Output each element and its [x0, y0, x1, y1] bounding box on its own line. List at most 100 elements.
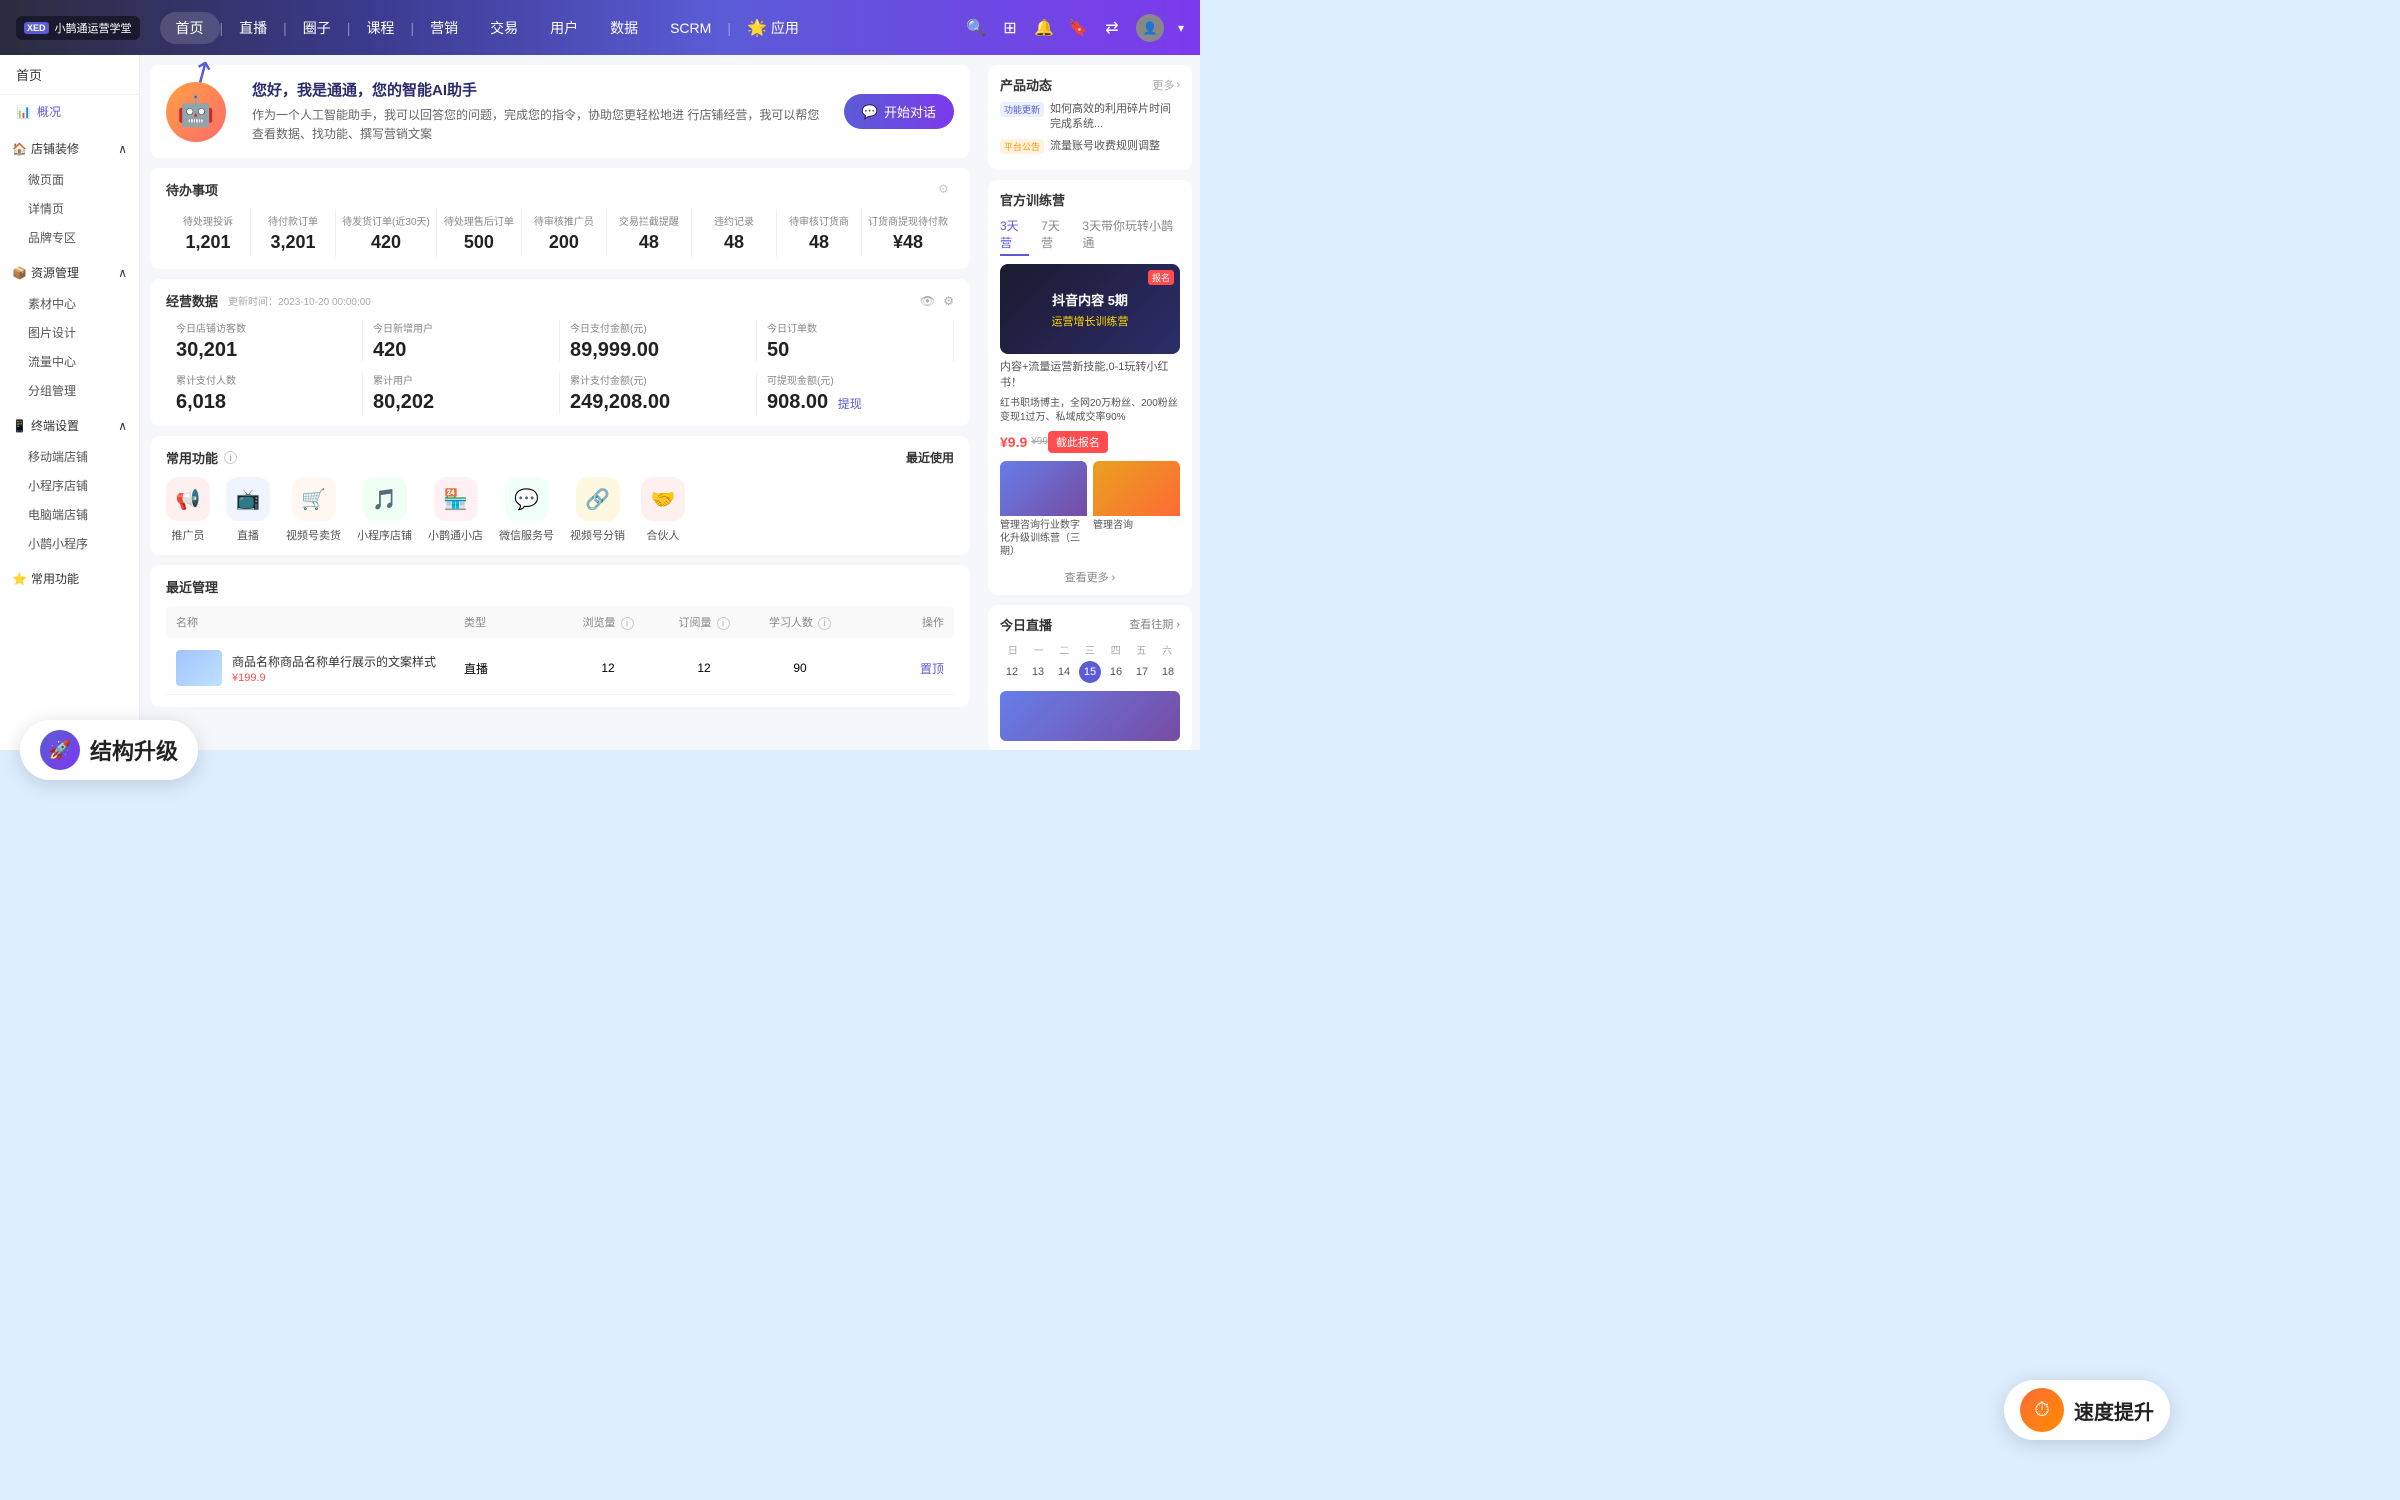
sidebar-item-group[interactable]: 分组管理	[0, 376, 139, 405]
nav-item-circle[interactable]: 圈子	[287, 12, 347, 44]
todo-item-intercept[interactable]: 交易拦截提醒 48	[607, 209, 692, 257]
training-tab-3day[interactable]: 3天营	[1000, 217, 1029, 256]
sidebar-group-terminal: 📱终端设置 ∧ 移动端店铺 小程序店铺 电脑端店铺 小鹊小程序	[0, 409, 139, 558]
sidebar-group-resource-header[interactable]: 📦资源管理 ∧	[0, 256, 139, 289]
cal-date-12[interactable]: 12	[1001, 661, 1023, 683]
sidebar-item-miniprogram[interactable]: 小程序店铺	[0, 471, 139, 500]
biz-settings-icon[interactable]: ⚙	[943, 294, 954, 308]
func-title: 常用功能 i	[166, 448, 237, 467]
func-wechat-service[interactable]: 💬 微信服务号	[499, 477, 554, 543]
sidebar-item-pc[interactable]: 电脑端店铺	[0, 500, 139, 529]
nav-item-user[interactable]: 用户	[534, 12, 594, 44]
bell-icon[interactable]: 🔔	[1034, 18, 1054, 38]
biz-total-payment: 累计支付金额(元) 249,208.00	[560, 372, 757, 414]
refresh-icon[interactable]: ⇄	[1102, 18, 1122, 38]
xiaoton-icon: 🏪	[434, 477, 478, 521]
biz-payment: 今日支付金额(元) 89,999.00	[560, 320, 757, 362]
user-dropdown-icon[interactable]: ▾	[1178, 21, 1184, 35]
sidebar-item-minipage[interactable]: 微页面	[0, 165, 139, 194]
see-more-area: 查看更多 ›	[1000, 569, 1180, 585]
col-header-type: 类型	[464, 614, 560, 630]
product-info: 商品名称商品名称单行展示的文案样式 ¥199.9	[232, 653, 436, 684]
sidebar-group-terminal-header[interactable]: 📱终端设置 ∧	[0, 409, 139, 442]
sidebar-item-traffic[interactable]: 流量中心	[0, 347, 139, 376]
todo-item-pending-ship[interactable]: 待发货订单(近30天) 420	[336, 209, 437, 257]
nav-item-marketing[interactable]: 营销	[414, 12, 474, 44]
history-link[interactable]: 查看往期 ›	[1129, 616, 1180, 632]
nav-item-data[interactable]: 数据	[594, 12, 654, 44]
nav-item-scrm[interactable]: SCRM	[654, 14, 727, 42]
students-info-icon[interactable]: i	[818, 617, 831, 630]
nav-item-home[interactable]: 首页	[160, 12, 220, 44]
sidebar-item-image[interactable]: 图片设计	[0, 318, 139, 347]
speed-icon: ⏱	[2020, 1388, 2064, 1432]
func-partner[interactable]: 🤝 合伙人	[641, 477, 685, 543]
top-navigation: XED 小鹊通运营学堂 首页 | 直播 | 圈子 | 课程 | 营销 交易 用户…	[0, 0, 1200, 55]
sidebar-group-store-header[interactable]: 🏠店铺装修 ∧	[0, 132, 139, 165]
cal-date-14[interactable]: 14	[1053, 661, 1075, 683]
product-action-cell[interactable]: 置顶	[848, 660, 944, 677]
bookmark-icon[interactable]: 🔖	[1068, 18, 1088, 38]
func-promoter[interactable]: 📢 推广员	[166, 477, 210, 543]
ai-start-btn[interactable]: 💬 开始对话	[844, 94, 954, 129]
training-mini-1[interactable]: 管理咨询	[1093, 461, 1180, 561]
cal-date-15[interactable]: 15	[1079, 661, 1101, 683]
sidebar-group-common-header[interactable]: ⭐常用功能	[0, 562, 139, 595]
sidebar-item-xiaoque[interactable]: 小鹊小程序	[0, 529, 139, 558]
cal-date-13[interactable]: 13	[1027, 661, 1049, 683]
views-info-icon[interactable]: i	[621, 617, 634, 630]
training-price-row: ¥9.9 ¥99 截此报名	[1000, 431, 1180, 453]
training-mini-0[interactable]: 管理咨询行业数字化升级训练营（三期）	[1000, 461, 1087, 561]
nav-item-course[interactable]: 课程	[350, 12, 410, 44]
enroll-button[interactable]: 截此报名	[1048, 431, 1108, 453]
promoter-icon: 📢	[166, 477, 210, 521]
logo-area[interactable]: XED 小鹊通运营学堂	[16, 16, 140, 40]
float-upgrade[interactable]: 🚀 结构升级	[20, 720, 198, 780]
news-text-1[interactable]: 流量账号收费规则调整	[1050, 139, 1160, 154]
nav-item-trade[interactable]: 交易	[474, 12, 534, 44]
func-info-icon[interactable]: i	[224, 451, 237, 464]
todo-item-promoter[interactable]: 待审核推广员 200	[522, 209, 607, 257]
biz-eye-icon[interactable]: 👁	[920, 294, 935, 308]
nav-item-live[interactable]: 直播	[223, 12, 283, 44]
sidebar-item-detail[interactable]: 详情页	[0, 194, 139, 223]
nav-item-app[interactable]: 🌟 应用	[731, 12, 815, 44]
see-more-link[interactable]: 查看更多 ›	[1065, 572, 1116, 584]
layout-icon[interactable]: ⊞	[1000, 18, 1020, 38]
todo-item-violation[interactable]: 违约记录 48	[692, 209, 777, 257]
cal-date-17[interactable]: 17	[1131, 661, 1153, 683]
recent-manage-title: 最近管理	[166, 577, 218, 596]
product-dynamics-more[interactable]: 更多 ›	[1152, 77, 1180, 93]
sidebar-overview[interactable]: 📊 概况	[0, 95, 139, 128]
speed-text: 速度提升	[2074, 1396, 2154, 1425]
product-dynamics-card: 产品动态 更多 › 功能更新 如何高效的利用碎片时间完成系统... 平台公告 流…	[988, 65, 1192, 170]
todo-item-withdraw[interactable]: 订货商提现待付款 ¥48	[862, 209, 954, 257]
search-icon[interactable]: 🔍	[966, 18, 986, 38]
sidebar-item-brand[interactable]: 品牌专区	[0, 223, 139, 252]
todo-item-aftersale[interactable]: 待处理售后订单 500	[437, 209, 522, 257]
terminal-icon: 📱	[12, 419, 27, 433]
func-live[interactable]: 📺 直播	[226, 477, 270, 543]
sidebar-item-mobile[interactable]: 移动端店铺	[0, 442, 139, 471]
avatar[interactable]: 👤	[1136, 14, 1164, 42]
func-video-dist[interactable]: 🔗 视频号分销	[570, 477, 625, 543]
training-mini-img-0	[1000, 461, 1087, 516]
todo-item-pending-payment[interactable]: 待付款订单 3,201	[251, 209, 336, 257]
float-speed[interactable]: ⏱ 速度提升	[2004, 1380, 2170, 1440]
func-xiaoton-shop[interactable]: 🏪 小鹊通小店	[428, 477, 483, 543]
orders-info-icon[interactable]: i	[717, 617, 730, 630]
func-ministore[interactable]: 🎵 小程序店铺	[357, 477, 412, 543]
sidebar-item-material[interactable]: 素材中心	[0, 289, 139, 318]
todo-settings-icon[interactable]: ⚙	[938, 182, 954, 198]
col-header-views: 浏览量 i	[560, 614, 656, 630]
training-tab-tour[interactable]: 3天带你玩转小鹊通	[1082, 217, 1180, 256]
todo-item-merchant[interactable]: 待审核订货商 48	[777, 209, 862, 257]
cal-date-16[interactable]: 16	[1105, 661, 1127, 683]
todo-item-complaint[interactable]: 待处理投诉 1,201	[166, 209, 251, 257]
cal-date-18[interactable]: 18	[1157, 661, 1179, 683]
withdraw-btn[interactable]: 提现	[838, 397, 862, 411]
col-header-students: 学习人数 i	[752, 614, 848, 630]
func-video-sell[interactable]: 🛒 视频号卖货	[286, 477, 341, 543]
training-tab-7day[interactable]: 7天营	[1041, 217, 1070, 256]
news-text-0[interactable]: 如何高效的利用碎片时间完成系统...	[1050, 102, 1180, 133]
